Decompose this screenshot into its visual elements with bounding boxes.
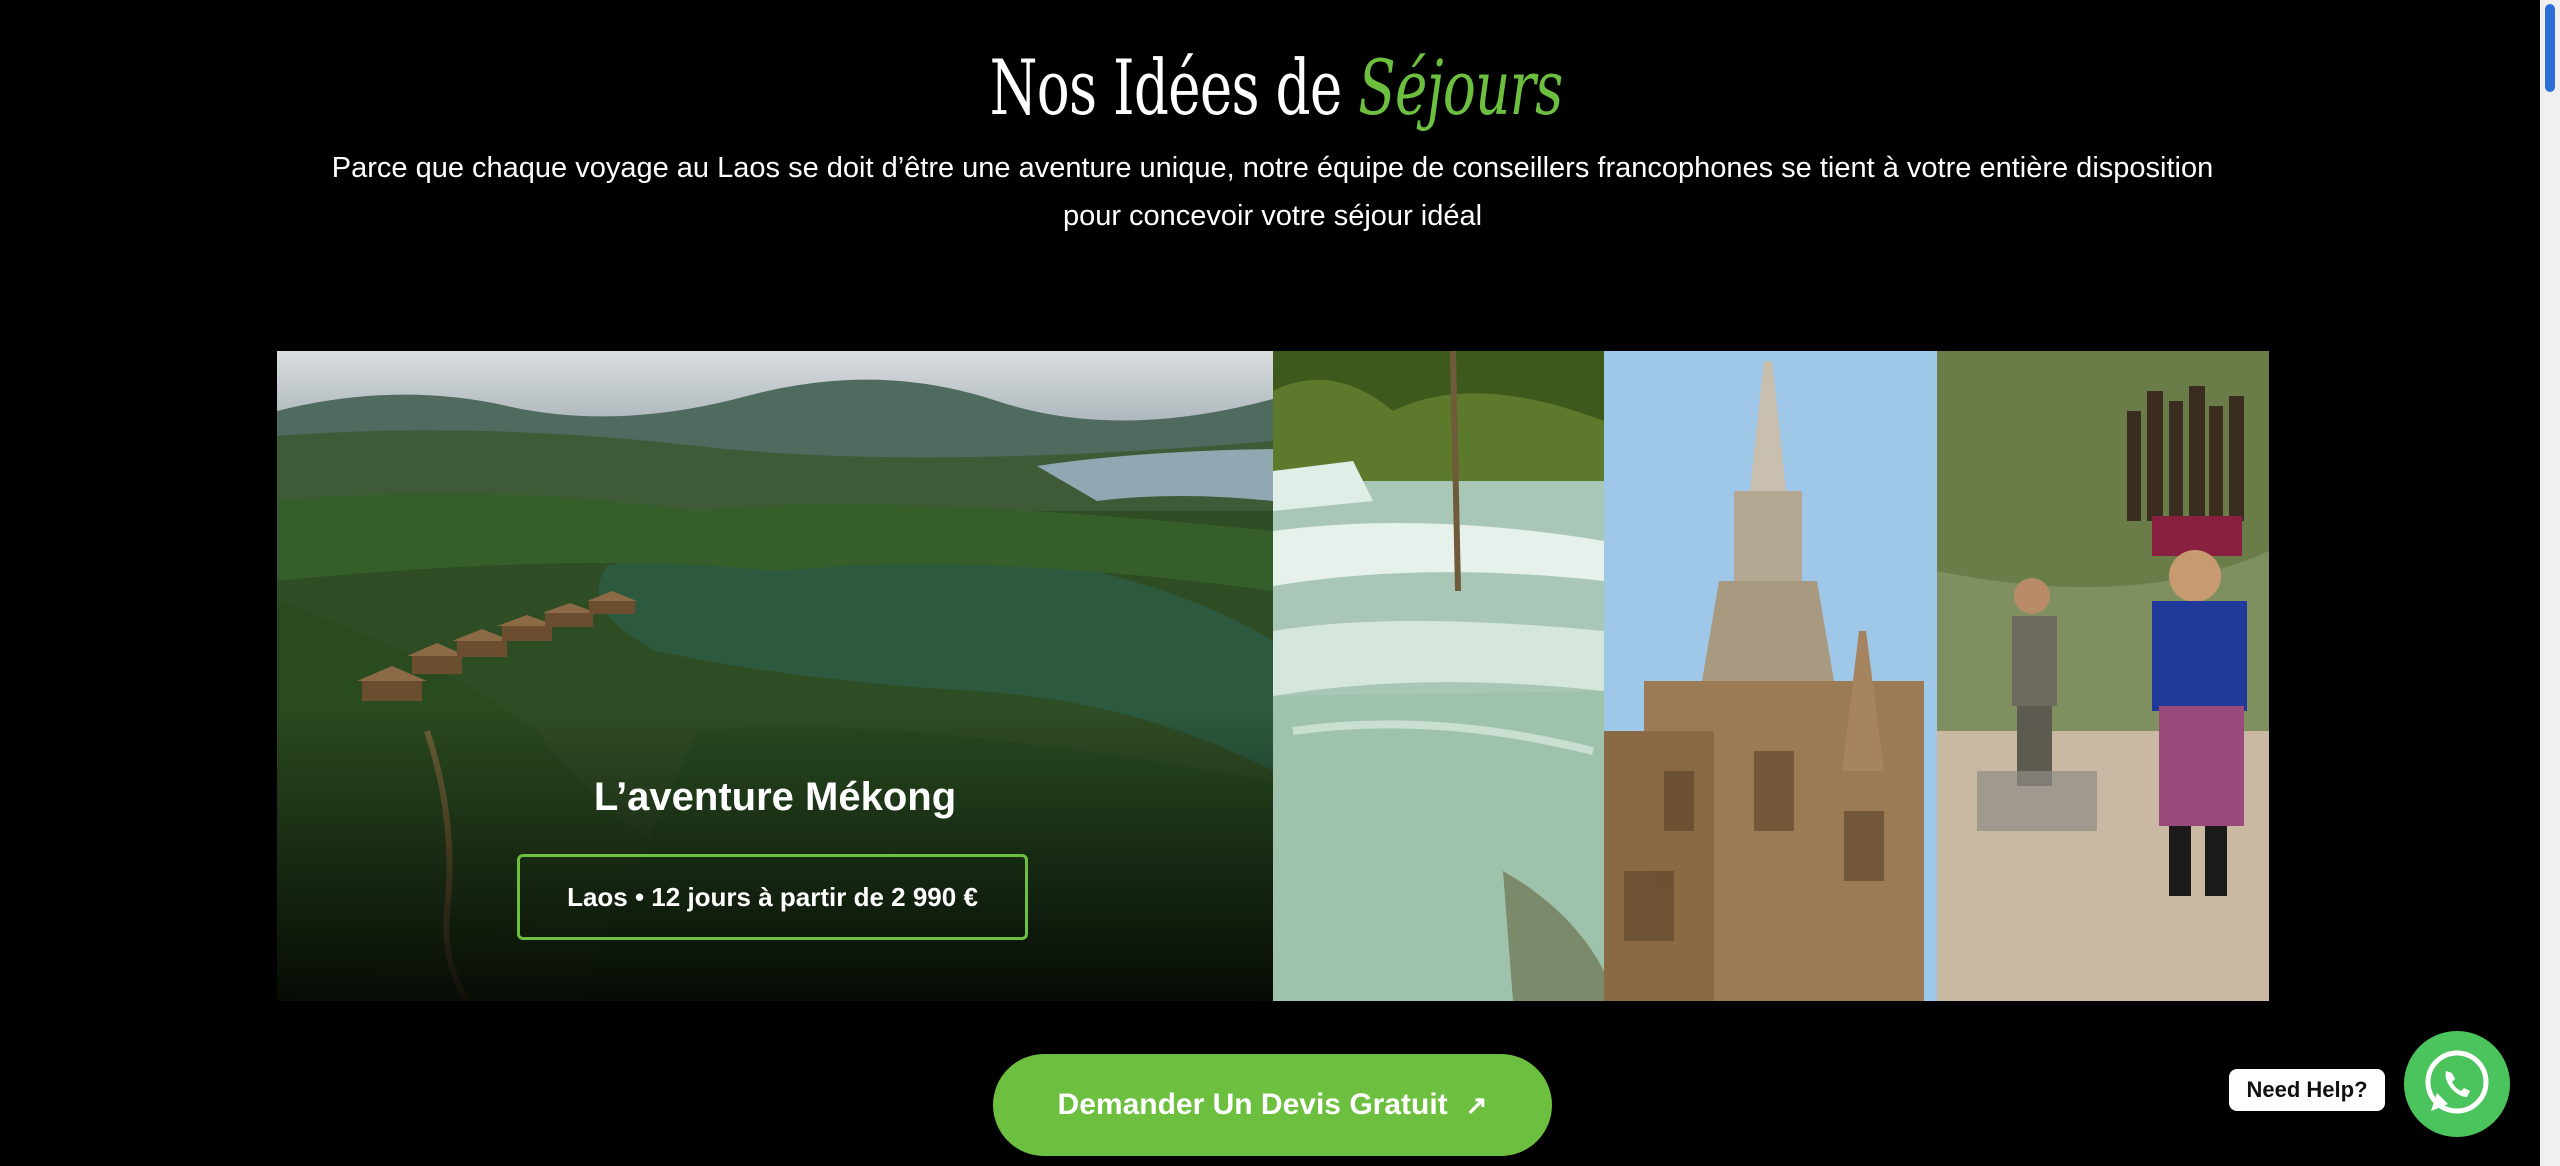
whatsapp-icon — [2407, 1034, 2507, 1134]
villager-carrying-wood-photo — [1937, 351, 2269, 1001]
whatsapp-button[interactable] — [2404, 1031, 2510, 1137]
villager-card[interactable] — [1937, 351, 2269, 1001]
scrollbar-thumb[interactable] — [2545, 4, 2555, 92]
section-intro: Parce que chaque voyage au Laos se doit … — [331, 152, 2214, 232]
page-scrollbar[interactable] — [2540, 0, 2560, 1166]
temple-stupa-photo — [1604, 351, 1937, 1001]
waterfall-card[interactable] — [1273, 351, 1604, 1001]
section-title-main: Nos Idées de — [989, 43, 1343, 132]
arrow-up-right-icon: ↗ — [1465, 1089, 1488, 1120]
request-quote-button[interactable]: Demander Un Devis Gratuit ↗ — [993, 1054, 1552, 1156]
section-title: Nos Idées de Séjours — [357, 38, 2194, 138]
request-quote-label: Demander Un Devis Gratuit — [1057, 1088, 1448, 1121]
waterfall-photo — [1273, 351, 1604, 1001]
trip-gallery: L’aventure Mékong Laos • 12 jours à part… — [277, 351, 2269, 1001]
need-help-tooltip[interactable]: Need Help? — [2229, 1069, 2385, 1111]
temple-card[interactable] — [1604, 351, 1937, 1001]
section-title-accent: Séjours — [1358, 43, 1563, 132]
featured-trip-card[interactable]: L’aventure Mékong Laos • 12 jours à part… — [277, 351, 1273, 1001]
trip-title[interactable]: L’aventure Mékong — [277, 775, 1273, 820]
trip-info-badge[interactable]: Laos • 12 jours à partir de 2 990 € — [517, 854, 1028, 940]
